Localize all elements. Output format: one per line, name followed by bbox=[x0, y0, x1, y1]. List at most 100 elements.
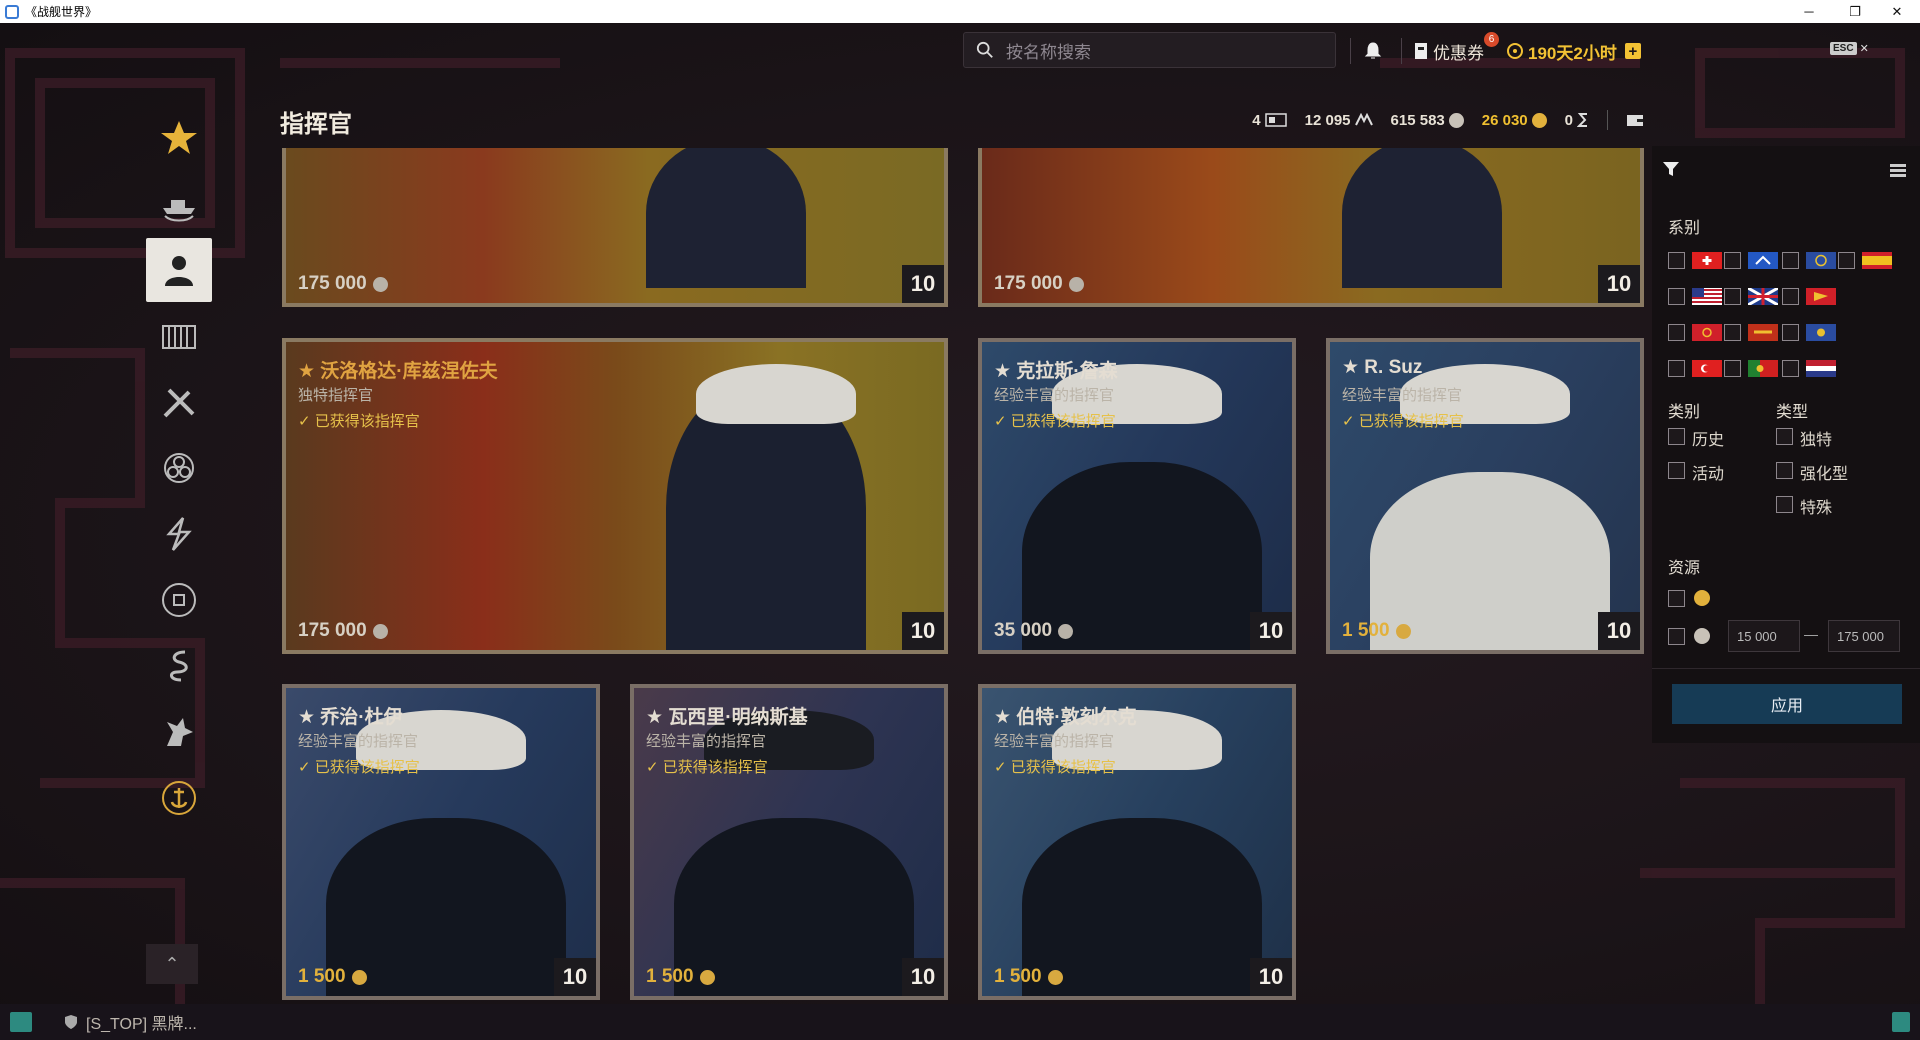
flag-commonwealth-icon bbox=[1748, 252, 1778, 269]
sidebar-nav bbox=[146, 106, 212, 832]
card-price: 175 000 bbox=[298, 620, 388, 642]
commander-card[interactable]: 175 000 10 bbox=[978, 148, 1644, 307]
category-section-label: 类别 bbox=[1668, 404, 1701, 421]
nav-item-commanders[interactable] bbox=[146, 238, 212, 302]
card-level: 10 bbox=[1598, 612, 1640, 650]
card-title: ★ R. Suz bbox=[1342, 357, 1423, 378]
card-subtitle: 经验丰富的指挥官 bbox=[994, 387, 1115, 404]
type-enhanced-label: 强化型 bbox=[1800, 466, 1849, 483]
type-checkbox-unique[interactable] bbox=[1776, 428, 1793, 445]
nation-checkbox[interactable] bbox=[1668, 324, 1685, 341]
commander-card[interactable]: ★ 乔治·杜伊 经验丰富的指挥官 ✓ 已获得该指挥官 1 500 10 bbox=[282, 684, 600, 1000]
nav-item-event-dragon[interactable] bbox=[146, 634, 212, 698]
nation-checkbox[interactable] bbox=[1724, 360, 1741, 377]
type-checkbox-special[interactable] bbox=[1776, 496, 1793, 513]
chat-icon[interactable] bbox=[10, 1012, 32, 1032]
card-owned-status: ✓ 已获得该指挥官 bbox=[994, 759, 1116, 776]
nation-checkbox[interactable] bbox=[1782, 252, 1799, 269]
commander-card[interactable]: 175 000 10 bbox=[282, 148, 948, 307]
doubloons-icon bbox=[1395, 623, 1411, 639]
divider bbox=[1350, 38, 1351, 64]
card-price: 1 500 bbox=[646, 966, 715, 988]
nav-item-collections[interactable] bbox=[146, 568, 212, 632]
range-dash: — bbox=[1804, 626, 1818, 642]
nation-checkbox[interactable] bbox=[1724, 252, 1741, 269]
silver-credits-icon bbox=[1694, 628, 1710, 644]
minimize-button[interactable]: ─ bbox=[1786, 0, 1832, 23]
nav-item-upgrades[interactable] bbox=[146, 370, 212, 434]
nation-checkbox[interactable] bbox=[1782, 288, 1799, 305]
card-price: 175 000 bbox=[994, 273, 1084, 295]
category-event-label: 活动 bbox=[1692, 466, 1725, 483]
card-subtitle: 经验丰富的指挥官 bbox=[646, 733, 767, 750]
commander-card[interactable]: ★ 瓦西里·明纳斯基 经验丰富的指挥官 ✓ 已获得该指挥官 1 500 10 bbox=[630, 684, 948, 1000]
premium-time: 190天2小时 bbox=[1528, 43, 1617, 63]
nation-checkbox[interactable] bbox=[1838, 252, 1855, 269]
nation-checkbox[interactable] bbox=[1668, 252, 1685, 269]
esc-close-button[interactable]: ESC ✕ bbox=[1830, 42, 1869, 55]
card-price: 1 500 bbox=[298, 966, 367, 988]
silver-credits-icon bbox=[1068, 276, 1084, 292]
elite-xp: 12 095 bbox=[1305, 112, 1373, 129]
nav-item-anchor[interactable] bbox=[146, 766, 212, 830]
apply-button[interactable]: 应用 bbox=[1672, 684, 1902, 724]
app-icon bbox=[5, 4, 19, 19]
commander-card[interactable]: ★ 伯特·敦刻尔克 经验丰富的指挥官 ✓ 已获得该指挥官 1 500 10 bbox=[978, 684, 1296, 1000]
commander-card[interactable]: ★ 沃洛格达·库兹涅佐夫 独特指挥官 ✓ 已获得该指挥官 175 000 10 bbox=[282, 338, 948, 654]
premium-account-button[interactable]: 190天2小时 + bbox=[1506, 36, 1641, 66]
notification-center-icon[interactable] bbox=[1892, 1012, 1910, 1032]
ship-emblem-icon bbox=[163, 200, 195, 222]
coupons-button[interactable]: 优惠券 bbox=[1414, 36, 1484, 66]
category-checkbox-history[interactable] bbox=[1668, 428, 1685, 445]
type-checkbox-enhanced[interactable] bbox=[1776, 462, 1793, 479]
star-icon bbox=[161, 121, 197, 154]
nav-item-camouflage[interactable] bbox=[146, 502, 212, 566]
clan-shield-icon bbox=[65, 1015, 77, 1029]
doubloons-icon bbox=[699, 969, 715, 985]
nation-checkbox[interactable] bbox=[1668, 288, 1685, 305]
nation-checkbox[interactable] bbox=[1724, 288, 1741, 305]
price-max-input[interactable]: 175 000 bbox=[1828, 620, 1900, 652]
commander-card[interactable]: ★ 克拉斯·詹森 经验丰富的指挥官 ✓ 已获得该指挥官 35 000 10 bbox=[978, 338, 1296, 654]
search-box[interactable]: 按名称搜索 bbox=[963, 32, 1336, 68]
nav-item-favorites[interactable] bbox=[146, 106, 212, 170]
resource-checkbox-doubloons[interactable] bbox=[1668, 590, 1685, 607]
nav-item-event-griffin[interactable] bbox=[146, 700, 212, 764]
chat-bar[interactable]: [S_TOP] 黑牌... bbox=[0, 1004, 1920, 1040]
currency-bar: 4 12 095 615 583 26 030 0 bbox=[1252, 110, 1644, 130]
close-icon: ✕ bbox=[1859, 43, 1869, 55]
collapse-menu-icon[interactable] bbox=[1890, 164, 1906, 178]
premium-wheel-icon bbox=[1507, 43, 1523, 59]
card-title: ★ 乔治·杜伊 bbox=[298, 707, 403, 728]
wallet-button[interactable] bbox=[1626, 113, 1644, 127]
close-window-button[interactable]: ✕ bbox=[1874, 0, 1920, 23]
card-subtitle: 经验丰富的指挥官 bbox=[1342, 387, 1463, 404]
nav-item-ships[interactable] bbox=[146, 172, 212, 236]
flag-panasia-icon bbox=[1806, 288, 1836, 305]
nation-checkbox[interactable] bbox=[1782, 324, 1799, 341]
nav-item-flags[interactable] bbox=[146, 436, 212, 500]
wallet-icon bbox=[1627, 115, 1643, 126]
flag-netherlands-icon bbox=[1806, 360, 1836, 377]
page-title: 指挥官 bbox=[280, 111, 352, 138]
notifications-button[interactable] bbox=[1364, 36, 1382, 66]
resource-section-label: 资源 bbox=[1668, 560, 1701, 577]
card-title: ★ 伯特·敦刻尔克 bbox=[994, 707, 1137, 728]
nation-checkbox[interactable] bbox=[1724, 324, 1741, 341]
restore-button[interactable]: ❐ bbox=[1832, 0, 1878, 23]
nav-item-port[interactable] bbox=[146, 304, 212, 368]
filter-icon[interactable] bbox=[1662, 160, 1680, 178]
add-premium-button[interactable]: + bbox=[1624, 43, 1641, 60]
commander-slots[interactable]: 4 bbox=[1252, 112, 1287, 129]
scroll-up-button[interactable]: ⌃ bbox=[146, 944, 198, 984]
category-history-label: 历史 bbox=[1692, 432, 1725, 449]
bell-icon bbox=[1364, 42, 1382, 59]
resource-checkbox-credits[interactable] bbox=[1668, 628, 1685, 645]
doubloons-icon bbox=[1047, 969, 1063, 985]
nation-checkbox[interactable] bbox=[1782, 360, 1799, 377]
price-min-input[interactable]: 15 000 bbox=[1728, 620, 1800, 652]
commander-card[interactable]: ★ R. Suz 经验丰富的指挥官 ✓ 已获得该指挥官 1 500 10 bbox=[1326, 338, 1644, 654]
nation-checkbox[interactable] bbox=[1668, 360, 1685, 377]
card-subtitle: 独特指挥官 bbox=[298, 387, 374, 404]
category-checkbox-event[interactable] bbox=[1668, 462, 1685, 479]
